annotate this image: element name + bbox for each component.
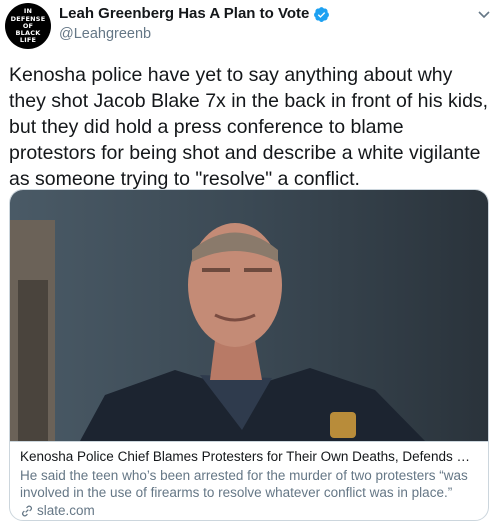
card-description: He said the teen who’s been arrested for… <box>20 468 468 500</box>
avatar-text-line: LIFE <box>19 36 37 44</box>
chevron-down-icon[interactable] <box>476 6 492 22</box>
card-title[interactable]: Kenosha Police Chief Blames Protesters f… <box>20 448 478 466</box>
card-domain[interactable]: slate.com <box>37 502 95 520</box>
tweet-text: Kenosha police have yet to say anything … <box>9 64 489 190</box>
tweet-header: IN DEFENSE OF BLACK LIFE Leah Greenberg … <box>0 0 500 52</box>
handle[interactable]: @Leahgreenb <box>59 24 330 44</box>
card-image <box>10 190 488 441</box>
link-icon <box>22 505 32 517</box>
card-domain-row: slate.com <box>20 502 478 520</box>
avatar[interactable]: IN DEFENSE OF BLACK LIFE <box>5 3 51 49</box>
avatar-text-line: IN <box>23 7 33 15</box>
author-names: Leah Greenberg Has A Plan to Vote @Leahg… <box>59 4 330 44</box>
verified-badge-icon <box>314 6 330 22</box>
link-card[interactable]: Kenosha Police Chief Blames Protesters f… <box>9 189 489 521</box>
card-body: Kenosha Police Chief Blames Protesters f… <box>10 441 488 520</box>
display-name-row[interactable]: Leah Greenberg Has A Plan to Vote <box>59 4 330 24</box>
display-name[interactable]: Leah Greenberg Has A Plan to Vote <box>59 4 309 24</box>
